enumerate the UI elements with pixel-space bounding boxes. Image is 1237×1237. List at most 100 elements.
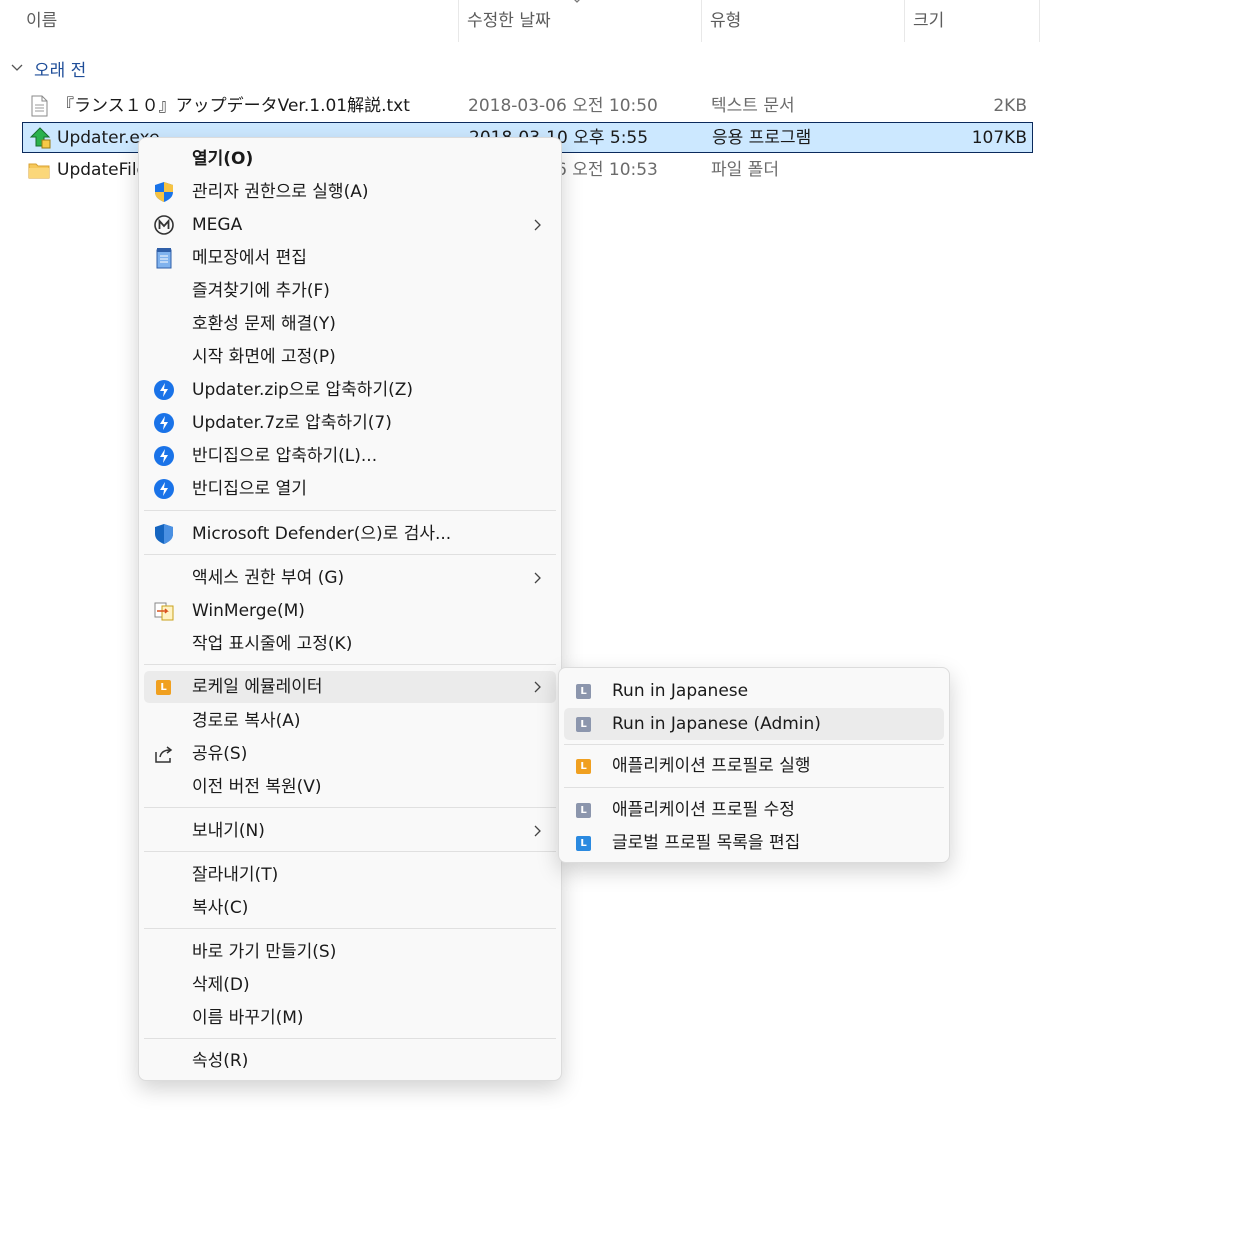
- menu-item-label: 작업 표시줄에 고정(K): [192, 634, 353, 654]
- menu-item-label: 반디집으로 열기: [192, 479, 307, 499]
- file-type: 파일 폴더: [711, 160, 779, 180]
- menu-item-bandizip-compress[interactable]: 반디집으로 압축하기(L)...: [144, 440, 556, 472]
- menu-item-delete[interactable]: 삭제(D): [144, 969, 556, 1001]
- file-size: 107KB: [971, 128, 1027, 148]
- column-label-size: 크기: [913, 11, 945, 31]
- menu-item-grant-access[interactable]: 액세스 권한 부여 (G): [144, 562, 556, 594]
- updater-app-icon: [29, 127, 51, 149]
- column-header-name[interactable]: 이름: [18, 0, 459, 42]
- menu-item-rename[interactable]: 이름 바꾸기(M): [144, 1002, 556, 1034]
- menu-item-label: 시작 화면에 고정(P): [192, 347, 336, 367]
- menu-item-label: Run in Japanese (Admin): [612, 714, 821, 734]
- menu-item-label: 복사(C): [192, 898, 249, 918]
- bandizip-icon: [154, 479, 174, 499]
- group-header[interactable]: 오래 전: [10, 54, 86, 82]
- menu-item-label: 애플리케이션 프로필 수정: [612, 800, 795, 820]
- chevron-right-icon: [534, 681, 541, 693]
- menu-item-create-shortcut[interactable]: 바로 가기 만들기(S): [144, 936, 556, 968]
- menu-item-pin-taskbar[interactable]: 작업 표시줄에 고정(K): [144, 628, 556, 660]
- menu-item-label: 이름 바꾸기(M): [192, 1008, 304, 1028]
- menu-item-label: 메모장에서 편집: [192, 248, 307, 268]
- file-size: 2KB: [993, 96, 1027, 116]
- column-label-modified: 수정한 날짜: [467, 11, 551, 31]
- folder-icon: [28, 163, 50, 179]
- menu-item-compress-zip[interactable]: Updater.zip으로 압축하기(Z): [144, 374, 556, 406]
- chevron-right-icon: [534, 825, 541, 837]
- menu-separator: [564, 744, 944, 745]
- menu-item-label: Microsoft Defender(으)로 검사...: [192, 524, 452, 544]
- menu-item-label: 바로 가기 만들기(S): [192, 942, 337, 962]
- chevron-down-icon: [11, 64, 23, 71]
- notepad-icon: [156, 248, 172, 269]
- chevron-right-icon: [534, 572, 541, 584]
- file-type: 텍스트 문서: [711, 96, 795, 116]
- locale-emulator-submenu: L Run in Japanese L Run in Japanese (Adm…: [558, 667, 950, 863]
- menu-item-label: 공유(S): [192, 744, 248, 764]
- group-label: 오래 전: [34, 60, 87, 81]
- submenu-item-run-japanese-admin[interactable]: L Run in Japanese (Admin): [564, 708, 944, 740]
- menu-item-send-to[interactable]: 보내기(N): [144, 815, 556, 847]
- bandizip-icon: [154, 413, 174, 433]
- locale-global-icon: L: [576, 836, 591, 851]
- menu-item-label: 이전 버전 복원(V): [192, 777, 322, 797]
- sort-caret-icon: [574, 0, 580, 3]
- file-type: 응용 프로그램: [712, 128, 812, 148]
- column-label-name: 이름: [26, 11, 58, 31]
- winmerge-icon: [154, 602, 174, 621]
- uac-shield-icon: [155, 182, 173, 202]
- bandizip-icon: [154, 446, 174, 466]
- menu-item-winmerge[interactable]: WinMerge(M): [144, 595, 556, 627]
- submenu-item-edit-global-profiles[interactable]: L 글로벌 프로필 목록을 편집: [564, 827, 944, 859]
- menu-item-locale-emulator[interactable]: L 로케일 에뮬레이터: [144, 671, 556, 703]
- menu-item-label: 보내기(N): [192, 821, 265, 841]
- menu-item-add-favorites[interactable]: 즐겨찾기에 추가(F): [144, 275, 556, 307]
- menu-item-share[interactable]: 공유(S): [144, 738, 556, 770]
- menu-item-compatibility[interactable]: 호환성 문제 해결(Y): [144, 308, 556, 340]
- menu-item-defender-scan[interactable]: Microsoft Defender(으)로 검사...: [144, 518, 556, 550]
- menu-item-copy[interactable]: 복사(C): [144, 892, 556, 924]
- text-file-icon: [31, 95, 48, 117]
- file-date: 2018-03-06 오전 10:50: [468, 96, 658, 116]
- menu-item-run-as-admin[interactable]: 관리자 권한으로 실행(A): [144, 176, 556, 208]
- submenu-item-edit-profile[interactable]: L 애플리케이션 프로필 수정: [564, 794, 944, 826]
- defender-shield-icon: [155, 524, 173, 544]
- menu-separator: [564, 787, 944, 788]
- menu-item-properties[interactable]: 속성(R): [144, 1045, 556, 1077]
- locale-run-icon: L: [576, 717, 591, 732]
- menu-separator: [144, 554, 556, 555]
- menu-separator: [144, 851, 556, 852]
- menu-separator: [144, 510, 556, 511]
- menu-item-mega[interactable]: MEGA: [144, 209, 556, 241]
- menu-item-label: Updater.zip으로 압축하기(Z): [192, 380, 413, 400]
- menu-item-open[interactable]: 열기(O): [144, 143, 556, 175]
- menu-item-label: 삭제(D): [192, 975, 250, 995]
- column-header-size[interactable]: 크기: [905, 0, 1040, 42]
- submenu-item-run-with-profile[interactable]: L 애플리케이션 프로필로 실행: [564, 750, 944, 782]
- menu-item-label: 액세스 권한 부여 (G): [192, 568, 345, 588]
- menu-item-label: 로케일 에뮬레이터: [192, 677, 323, 697]
- share-icon: [155, 746, 173, 763]
- locale-edit-icon: L: [576, 803, 591, 818]
- context-menu: 열기(O) 관리자 권한으로 실행(A) MEGA 메모장에서 편집 즐겨찾기에…: [138, 137, 562, 1081]
- menu-item-restore-versions[interactable]: 이전 버전 복원(V): [144, 771, 556, 803]
- menu-item-label: 경로로 복사(A): [192, 711, 301, 731]
- mega-icon: [154, 215, 174, 235]
- menu-separator: [144, 807, 556, 808]
- menu-separator: [144, 928, 556, 929]
- menu-item-edit-notepad[interactable]: 메모장에서 편집: [144, 242, 556, 274]
- column-header-type[interactable]: 유형: [702, 0, 905, 42]
- menu-item-label: 글로벌 프로필 목록을 편집: [612, 833, 801, 853]
- file-row[interactable]: 『ランス１０』アップデータVer.1.01解説.txt 2018-03-06 오…: [22, 91, 1033, 121]
- chevron-right-icon: [534, 219, 541, 231]
- menu-item-bandizip-open[interactable]: 반디집으로 열기: [144, 473, 556, 505]
- file-name: 『ランス１０』アップデータVer.1.01解説.txt: [57, 96, 410, 116]
- menu-item-compress-7z[interactable]: Updater.7z로 압축하기(7): [144, 407, 556, 439]
- menu-item-copy-path[interactable]: 경로로 복사(A): [144, 705, 556, 737]
- menu-item-cut[interactable]: 잘라내기(T): [144, 859, 556, 891]
- menu-item-label: 호환성 문제 해결(Y): [192, 314, 336, 334]
- menu-item-label: 즐겨찾기에 추가(F): [192, 281, 330, 301]
- locale-emulator-icon: L: [156, 680, 171, 695]
- menu-item-label: WinMerge(M): [192, 601, 305, 621]
- menu-item-pin-start[interactable]: 시작 화면에 고정(P): [144, 341, 556, 373]
- submenu-item-run-japanese[interactable]: L Run in Japanese: [564, 675, 944, 707]
